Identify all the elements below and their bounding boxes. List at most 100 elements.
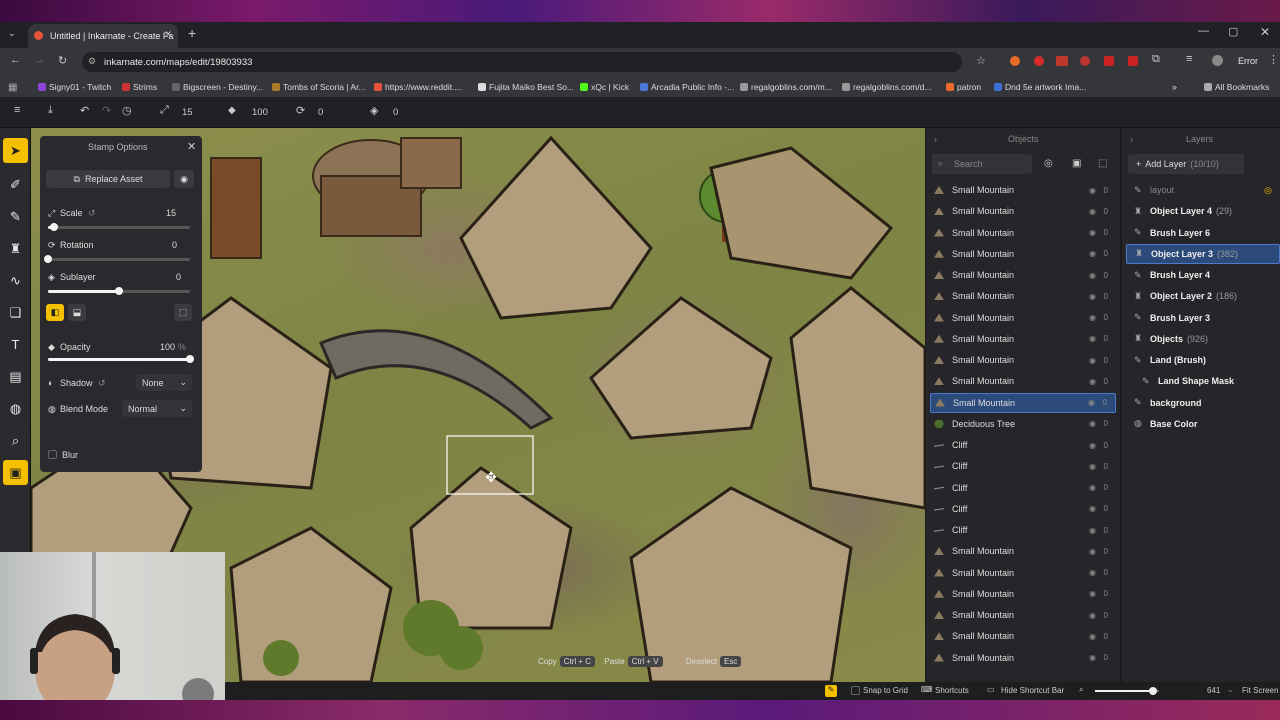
bookmark-item[interactable]: Fujita Maiko Best So... (478, 82, 574, 92)
object-list-item[interactable]: Cliff ◉ 0 (930, 499, 1116, 519)
sublayer-knob[interactable] (115, 287, 123, 295)
layer-value[interactable]: 0 (393, 107, 398, 118)
layer-list-item[interactable]: ♜ Objects (926) (1126, 329, 1280, 349)
object-sublayer-value[interactable]: 0 (1104, 547, 1108, 556)
object-sublayer-value[interactable]: 0 (1104, 589, 1108, 598)
visibility-icon[interactable]: ◉ (1089, 271, 1096, 280)
rotation-slider[interactable] (44, 255, 190, 263)
all-bookmarks[interactable]: All Bookmarks (1204, 82, 1269, 92)
shadow-select[interactable]: None ⌄ (136, 374, 192, 391)
object-list-item[interactable]: Deciduous Tree ◉ 0 (930, 414, 1116, 434)
visibility-icon[interactable]: ◉ (1089, 462, 1096, 471)
object-sublayer-value[interactable]: 0 (1103, 398, 1107, 407)
opacity-slider[interactable] (48, 355, 194, 363)
object-list-item[interactable]: Cliff ◉ 0 (930, 478, 1116, 498)
object-sublayer-value[interactable]: 0 (1104, 207, 1108, 216)
extension-icon[interactable] (1080, 56, 1090, 66)
sublayer-value[interactable]: 0 (176, 272, 181, 282)
extension-icon[interactable] (1034, 56, 1044, 66)
layer-list-item[interactable]: ✎ Land (Brush) (1126, 350, 1280, 370)
object-sublayer-value[interactable]: 0 (1104, 271, 1108, 280)
object-list-item[interactable]: Small Mountain ◉ 0 (930, 584, 1116, 604)
object-list-item[interactable]: Small Mountain ◉ 0 (930, 541, 1116, 561)
notes-tool-icon[interactable]: ▤ (3, 364, 28, 389)
visibility-icon[interactable]: ◉ (1088, 398, 1095, 407)
sublayer-slider[interactable] (48, 287, 190, 295)
close-panel-icon[interactable]: ✕ (187, 140, 196, 153)
bookmark-item[interactable]: Strims (122, 82, 157, 92)
maximize-icon[interactable]: ▢ (1228, 25, 1238, 38)
reset-shadow-icon[interactable]: ↺ (98, 378, 106, 389)
magic-wand-icon[interactable]: ✎ (825, 685, 837, 697)
extension-icon[interactable] (1056, 56, 1068, 66)
object-sublayer-value[interactable]: 0 (1104, 462, 1108, 471)
bookmark-item[interactable]: Tombs of Scoria | Ar... (272, 82, 366, 92)
tab-search-chevron-icon[interactable]: ⌄ (8, 28, 16, 39)
visibility-icon[interactable]: ◉ (1089, 228, 1096, 237)
bookmark-star-icon[interactable]: ☆ (976, 54, 986, 67)
size-icon[interactable]: ⤢ (160, 104, 169, 117)
add-layer-button[interactable]: + Add Layer (10/10) (1128, 154, 1244, 174)
visibility-icon[interactable]: ◉ (1089, 547, 1096, 556)
object-list-item[interactable]: Small Mountain ◉ 0 (930, 563, 1116, 583)
new-tab-plus-icon[interactable]: + (188, 25, 196, 41)
crop-icon[interactable]: ⬚ (174, 304, 192, 321)
object-list-item[interactable]: Small Mountain ◉ 0 (930, 626, 1116, 646)
visibility-icon[interactable]: ◉ (1089, 419, 1096, 428)
blend-mode-select[interactable]: Normal ⌄ (122, 400, 192, 417)
layer-list-item[interactable]: ◍ Base Color (1126, 414, 1280, 434)
bookmark-item[interactable]: Bigscreen - Destiny... (172, 82, 263, 92)
bookmark-item[interactable]: Signy01 - Twitch (38, 82, 111, 92)
site-info-icon[interactable]: ⚙ (88, 56, 96, 67)
object-list-item[interactable]: Small Mountain ◉ 0 (930, 371, 1116, 391)
shortcuts-button[interactable]: Shortcuts (935, 686, 969, 695)
layer-list-item[interactable]: ✎ layout ◎ (1126, 180, 1280, 200)
back-icon[interactable]: ← (10, 54, 21, 66)
url-bar[interactable]: ⚙ inkarnate.com/maps/edit/19803933 (82, 52, 962, 72)
visibility-icon[interactable]: ◉ (1089, 356, 1096, 365)
opacity-value[interactable]: 100 (252, 107, 268, 118)
scale-value[interactable]: 15 (166, 208, 176, 218)
layer-list-item[interactable]: ✎ Land Shape Mask (1126, 371, 1280, 391)
visibility-icon[interactable]: ◉ (1089, 526, 1096, 535)
zoom-slider[interactable] (1095, 687, 1159, 695)
scale-slider[interactable] (48, 223, 190, 231)
flip-vertical-icon[interactable]: ⬓ (68, 304, 86, 321)
object-sublayer-value[interactable]: 0 (1104, 526, 1108, 535)
profile-avatar[interactable] (1212, 55, 1223, 66)
bookmark-item[interactable]: regalgoblins.com/d... (842, 82, 931, 92)
path-tool-icon[interactable]: ∿ (3, 268, 28, 293)
visibility-icon[interactable]: ◉ (1089, 441, 1096, 450)
object-sublayer-value[interactable]: 0 (1104, 568, 1108, 577)
opacity-drop-icon[interactable]: ◆ (228, 105, 236, 116)
object-list-item[interactable]: Small Mountain ◉ 0 (930, 648, 1116, 668)
flip-horizontal-icon[interactable]: ◧ (46, 304, 64, 321)
profile-error-label[interactable]: Error (1238, 56, 1258, 66)
visibility-icon[interactable]: ◉ (1089, 504, 1096, 513)
layer-list-item[interactable]: ✎ Brush Layer 3 (1126, 308, 1280, 328)
shapes-tool-icon[interactable]: ❏ (3, 300, 28, 325)
visibility-icon[interactable]: ◉ (1089, 568, 1096, 577)
object-sublayer-value[interactable]: 0 (1104, 186, 1108, 195)
lock-icon[interactable]: ▣ (1072, 158, 1081, 169)
undo-icon[interactable]: ↶ (80, 104, 89, 117)
extensions-puzzle-icon[interactable]: ⧉ (1152, 53, 1160, 66)
object-sublayer-value[interactable]: 0 (1104, 377, 1108, 386)
object-list-item[interactable]: Small Mountain ◉ 0 (930, 308, 1116, 328)
visibility-icon[interactable]: ◉ (1089, 334, 1096, 343)
minimize-icon[interactable]: — (1198, 25, 1209, 37)
redo-icon[interactable]: ↷ (102, 104, 111, 117)
layer-list-item[interactable]: ✎ Brush Layer 6 (1126, 223, 1280, 243)
layer-list-item[interactable]: ✎ background (1126, 393, 1280, 413)
visibility-icon[interactable]: ◉ (1089, 249, 1096, 258)
menu-icon[interactable]: ≡ (14, 104, 20, 116)
collapse-chevron-icon[interactable]: › (934, 134, 937, 144)
object-sublayer-value[interactable]: 0 (1104, 611, 1108, 620)
replace-asset-button[interactable]: ⧉ Replace Asset (46, 170, 170, 188)
visibility-icon[interactable]: ◉ (1089, 589, 1096, 598)
object-list-item[interactable]: Small Mountain ◉ 0 (930, 244, 1116, 264)
forward-icon[interactable]: → (34, 54, 45, 66)
object-sublayer-value[interactable]: 0 (1104, 249, 1108, 258)
text-tool-icon[interactable]: T (3, 332, 28, 357)
select-tool-icon[interactable]: ➤ (3, 138, 28, 163)
